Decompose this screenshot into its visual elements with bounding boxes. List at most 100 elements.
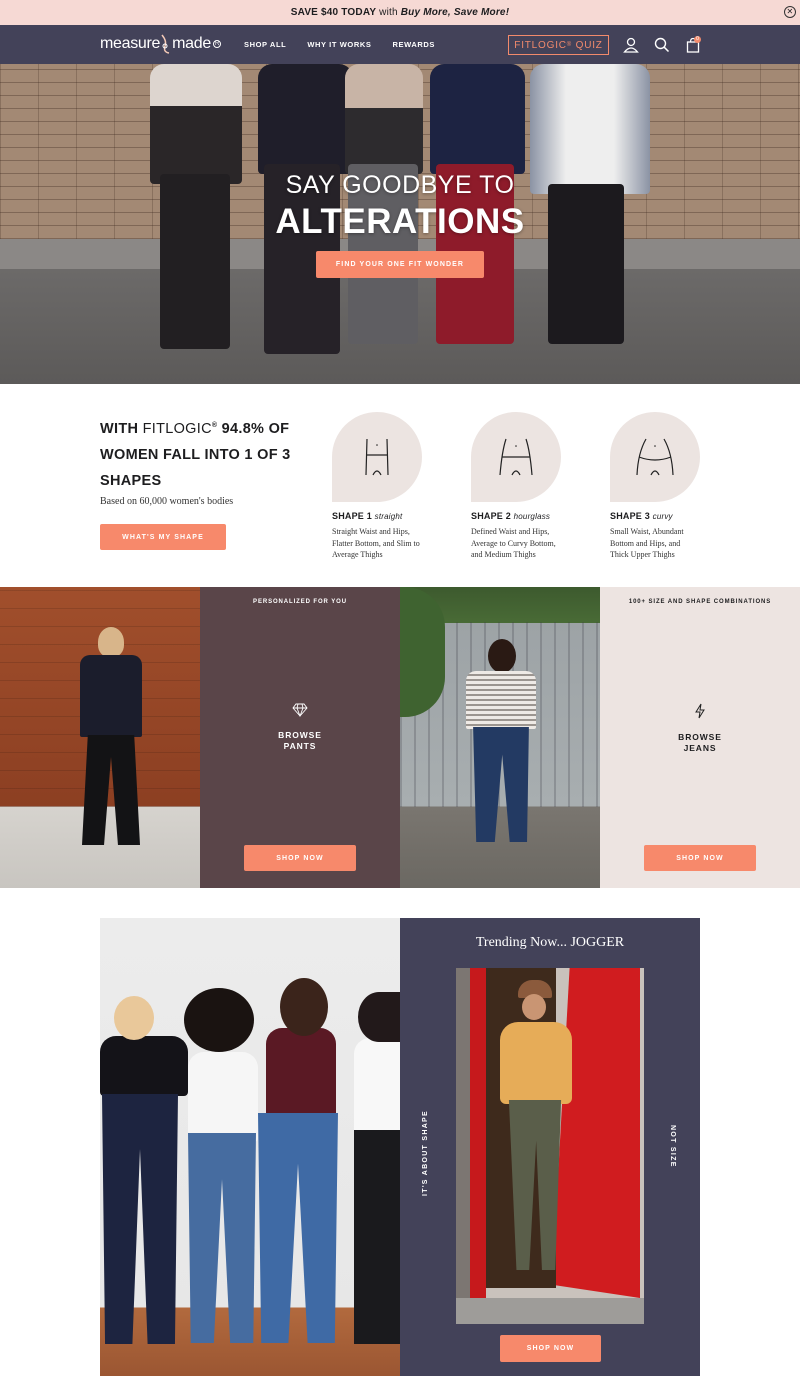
jogger-model-hoodie [500,1022,572,1104]
find-fit-button[interactable]: FIND YOUR ONE FIT WONDER [316,251,484,278]
logo-text-left: measure [100,35,161,52]
jeans-center: BROWSE JEANS [600,703,800,754]
cart-count-badge: 0 [694,36,701,43]
jogger-model-head [522,994,546,1020]
model-b-jeans [188,1133,256,1343]
shape-3-type: curvy [652,512,673,521]
shapes-subtitle: Based on 60,000 women's bodies [100,496,234,507]
jeans-model-top [466,671,536,729]
hero-title-line1: SAY GOODBYE TO [285,171,515,199]
group-jeans-photo [100,918,400,1376]
announcement-prefix: SAVE $40 TODAY [290,7,377,18]
pants-model-head [98,627,124,657]
hero-title-line2: ALTERATIONS [275,202,525,241]
shapes-heading-brand: FITLOGIC [142,420,212,437]
shapes-heading-with: WITH [100,420,143,437]
shape-3-illustration [610,412,700,502]
close-icon[interactable]: ✕ [784,6,796,18]
browse-pants-line2: PANTS [283,741,317,751]
logo[interactable]: measure made R [100,33,221,55]
browse-jeans-tile[interactable]: 100+ SIZE AND SHAPE COMBINATIONS BROWSE J… [600,587,800,888]
user-icon[interactable] [623,37,639,53]
fitlogic-quiz-button[interactable]: FITLOGIC ® QUIZ [508,35,609,55]
its-about-shape-label: IT'S ABOUT SHAPE [422,1110,429,1196]
shape-card-3[interactable]: SHAPE 3 curvy Small Waist, Abundant Bott… [610,412,720,561]
shape-1-type: straight [374,512,403,521]
shop-pants-button[interactable]: SHOP NOW [244,845,356,871]
model-a-head [114,996,154,1040]
straight-body-icon [365,438,389,476]
shape-1-name: SHAPE 1 straight [332,511,442,521]
shop-jogger-button[interactable]: SHOP NOW [500,1335,601,1362]
hero-model-4 [430,64,525,174]
shape-2-type: hourglass [513,512,551,521]
hero-banner: SAY GOODBYE TO ALTERATIONS FIND YOUR ONE… [0,64,800,384]
browse-pants-line1: BROWSE [278,730,322,740]
hero-model-3 [345,64,423,174]
shapes-heading: WITH FITLOGIC® 94.8% OF WOMEN FALL INTO … [100,413,300,494]
pants-top-label: PERSONALIZED FOR YOU [253,599,347,605]
jeans-model-photo[interactable] [400,587,600,888]
shape-2-illustration [471,412,561,502]
hero-model-1 [150,64,242,184]
hero-model-1-legs [160,174,230,349]
shape-3-name: SHAPE 3 curvy [610,511,720,521]
red-door [552,968,640,1298]
browse-jeans-title: BROWSE JEANS [600,732,800,754]
quiz-suffix: QUIZ [572,39,603,51]
model-d-top [354,1038,400,1138]
nav-why-it-works[interactable]: WHY IT WORKS [307,40,371,49]
jeans-top-label: 100+ SIZE AND SHAPE COMBINATIONS [628,599,772,605]
shape-1-illustration [332,412,422,502]
pants-center: BROWSE PANTS [200,703,400,752]
shape-card-1[interactable]: SHAPE 1 straight Straight Waist and Hips… [332,412,442,561]
shape-3-description: Small Waist, Abundant Bottom and Hips, a… [610,527,684,559]
red-door-edge [470,968,486,1308]
lightning-icon [695,703,705,719]
pants-model-photo[interactable] [0,587,200,888]
model-d-jeans [354,1130,400,1344]
model-b-hair [184,988,254,1052]
browse-pants-tile[interactable]: PERSONALIZED FOR YOU BROWSE PANTS SHOP NO… [200,587,400,888]
hero-model-2 [258,64,353,174]
model-c-top [266,1028,336,1118]
browse-jeans-line1: BROWSE [678,732,722,742]
shop-jeans-button[interactable]: SHOP NOW [644,845,756,871]
shape-1-title: SHAPE 1 [332,511,372,521]
shape-2-title: SHAPE 2 [471,511,511,521]
quiz-label: FITLOGIC [514,39,567,51]
ivy [400,587,445,717]
main-nav: SHOP ALL WHY IT WORKS REWARDS [244,40,435,49]
doorstep [456,1298,644,1324]
hourglass-body-icon [499,438,533,476]
model-a-top [100,1036,188,1096]
logo-reg-icon: R [212,40,221,48]
model-d-hair [358,992,400,1042]
nav-rewards[interactable]: REWARDS [392,40,435,49]
model-c-hair [280,978,328,1036]
shape-1-description: Straight Waist and Hips, Flatter Bottom,… [332,527,420,559]
pants-model-jacket [80,655,142,737]
announcement-bar: SAVE $40 TODAY with Buy More, Save More!… [0,0,800,25]
not-size-label: NOT SIZE [669,1125,676,1168]
whats-my-shape-button[interactable]: WHAT'S MY SHAPE [100,524,226,550]
curvy-body-icon [636,438,674,476]
shape-3-title: SHAPE 3 [610,511,650,521]
model-b-top [188,1052,258,1142]
search-icon[interactable] [654,37,670,53]
jogger-model-photo[interactable] [456,968,644,1324]
browse-pants-title: BROWSE PANTS [200,730,400,752]
trending-panel: Trending Now... JOGGER IT'S ABOUT SHAPE … [400,918,700,1376]
nav-shop-all[interactable]: SHOP ALL [244,40,286,49]
model-a-jeans [102,1094,178,1344]
shape-2-description: Defined Waist and Hips, Average to Curvy… [471,527,556,559]
announcement-emphasis: Buy More, Save More! [400,7,510,18]
jeans-model-hair [488,639,516,673]
shape-card-2[interactable]: SHAPE 2 hourglass Defined Waist and Hips… [471,412,581,561]
trending-title: Trending Now... JOGGER [475,935,625,950]
announcement-with: with [376,7,401,18]
logo-text-right: made [172,35,211,52]
browse-jeans-line2: JEANS [683,743,717,753]
model-c-jeans [258,1113,338,1343]
site-header: measure made R SHOP ALL WHY IT WORKS REW… [0,25,800,64]
